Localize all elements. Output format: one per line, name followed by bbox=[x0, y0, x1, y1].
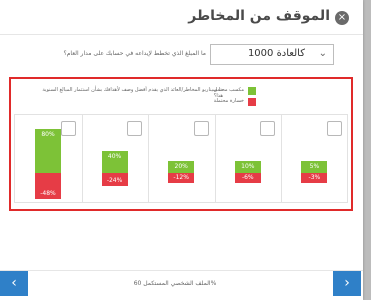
loss-value-label: -12% bbox=[173, 174, 189, 181]
scenario-options: 80% -48% 40% -24% 20% -12% 10% -6% 5% -3% bbox=[14, 114, 348, 203]
scenario-card[interactable]: 10% -6% bbox=[215, 115, 283, 202]
gain-value-label: 40% bbox=[107, 153, 122, 160]
loss-value-label: -24% bbox=[106, 177, 123, 185]
scenario-card[interactable]: 5% -3% bbox=[281, 115, 348, 202]
deposit-amount-value: كالعادة 1000 bbox=[247, 48, 305, 59]
legend-loss-label: خسارة محتملة bbox=[213, 98, 244, 104]
scenario-checkbox[interactable] bbox=[326, 121, 342, 136]
deposit-amount-select[interactable]: كالعادة 1000 ⌄ bbox=[210, 44, 334, 65]
risk-attitude-dialog: الموقف من المخاطر × ما المبلغ الذي تخطط … bbox=[0, 0, 363, 300]
gain-value-label: 80% bbox=[41, 131, 55, 138]
loss-value-label: -3% bbox=[308, 174, 321, 181]
scenario-checkbox[interactable] bbox=[193, 121, 209, 136]
loss-value-label: -6% bbox=[241, 174, 254, 181]
scenario-checkbox[interactable] bbox=[60, 121, 76, 136]
footer-divider bbox=[0, 270, 363, 271]
gain-value-label: 5% bbox=[309, 163, 320, 170]
legend-loss-swatch bbox=[248, 98, 256, 106]
previous-button[interactable]: ‹ bbox=[0, 271, 28, 296]
legend-gain-swatch bbox=[248, 87, 256, 95]
deposit-question-label: ما المبلغ الذي تخطط لإيداعه في حسابك على… bbox=[63, 50, 206, 57]
scenario-checkbox[interactable] bbox=[127, 121, 143, 136]
loss-value-label: -48% bbox=[40, 190, 56, 198]
gain-value-label: 10% bbox=[241, 163, 255, 170]
scenario-card[interactable]: 40% -24% bbox=[82, 115, 150, 202]
scenario-card[interactable]: 20% -12% bbox=[148, 115, 216, 202]
header-divider bbox=[0, 34, 363, 35]
risk-question-label: ما سيناريو المخاطر/العائد الذي يقدم أفضل… bbox=[42, 87, 223, 99]
close-icon[interactable]: × bbox=[335, 11, 349, 25]
gain-value-label: 20% bbox=[174, 163, 188, 170]
legend-gain-label: مكسب محتمل bbox=[213, 87, 245, 93]
scenario-card[interactable]: 80% -48% bbox=[15, 115, 83, 202]
next-button[interactable]: › bbox=[333, 271, 361, 296]
scenario-checkbox[interactable] bbox=[260, 121, 276, 136]
chevron-down-icon: ⌄ bbox=[318, 48, 327, 59]
dialog-title: الموقف من المخاطر bbox=[188, 8, 330, 24]
profile-progress-text: الملف الشخصي المستكمل 60% bbox=[133, 280, 217, 287]
